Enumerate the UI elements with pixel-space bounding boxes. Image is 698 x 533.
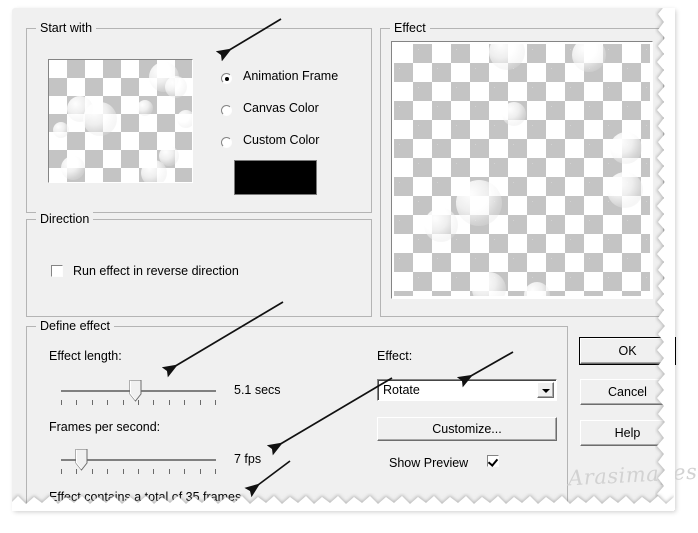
radio-custom-color-label: Custom Color (243, 133, 320, 147)
effect-length-label: Effect length: (49, 349, 122, 363)
slider-tick (107, 400, 108, 405)
effect-length-value: 5.1 secs (234, 383, 281, 397)
group-direction: Direction Run effect in reverse directio… (26, 212, 372, 317)
frames-per-second-label: Frames per second: (49, 420, 161, 434)
slider-tick (138, 400, 139, 405)
fps-slider-thumb[interactable] (75, 448, 88, 471)
customize-button-label: Customize... (432, 422, 502, 436)
group-direction-label: Direction (36, 212, 94, 227)
radio-animation-frame-label: Animation Frame (243, 69, 339, 83)
effect-combo[interactable]: Rotate (377, 379, 557, 401)
slider-tick (107, 469, 108, 474)
slider-tick (215, 469, 216, 474)
total-frames-text: Effect contains a total of 35 frames. (49, 490, 245, 504)
slider-tick (138, 469, 139, 474)
custom-color-swatch[interactable] (234, 160, 317, 195)
group-effect-preview: Effect (380, 21, 664, 317)
help-button[interactable]: Help (580, 420, 675, 446)
help-button-label: Help (614, 426, 641, 440)
slider-tick (184, 469, 185, 474)
effect-preview-frame (391, 41, 653, 299)
radio-canvas-color[interactable] (221, 105, 232, 116)
slider-tick (76, 469, 77, 474)
slider-tick (153, 469, 154, 474)
slider-tick (215, 400, 216, 405)
ok-button[interactable]: OK (579, 337, 676, 365)
radio-canvas-color-label: Canvas Color (243, 101, 319, 115)
slider-tick (200, 469, 201, 474)
group-start-with-label: Start with (36, 21, 97, 36)
show-preview-label: Show Preview (389, 456, 469, 470)
effect-length-slider-ticks (61, 400, 216, 405)
dialog-sheet: Start with Animation Frame Canvas Color … (12, 8, 698, 511)
ok-button-label: OK (618, 344, 637, 358)
fps-slider-ticks (61, 469, 216, 474)
checkbox-run-reverse[interactable] (51, 265, 63, 277)
customize-button[interactable]: Customize... (377, 417, 557, 441)
group-effect-preview-label: Effect (390, 21, 430, 36)
slider-tick (123, 400, 124, 405)
effect-combo-label: Effect: (377, 349, 413, 363)
slider-tick (123, 469, 124, 474)
start-with-thumbnail (48, 59, 193, 183)
effect-length-slider-thumb[interactable] (129, 379, 142, 402)
radio-custom-color[interactable] (221, 137, 232, 148)
watermark: Arasimages (567, 459, 698, 491)
radio-animation-frame[interactable] (221, 73, 232, 84)
slider-tick (153, 400, 154, 405)
slider-tick (76, 400, 77, 405)
slider-tick (184, 400, 185, 405)
group-start-with: Start with Animation Frame Canvas Color … (26, 21, 372, 213)
screenshot-root: Start with Animation Frame Canvas Color … (0, 0, 698, 533)
cancel-button[interactable]: Cancel (580, 379, 675, 405)
group-define-effect-label: Define effect (36, 319, 114, 334)
slider-tick (61, 400, 62, 405)
effect-combo-value: Rotate (383, 383, 420, 397)
group-define-effect: Define effect Effect length: 5.1 secs Fr… (26, 319, 568, 508)
slider-tick (200, 400, 201, 405)
slider-tick (92, 400, 93, 405)
checkbox-run-reverse-label: Run effect in reverse direction (73, 264, 239, 278)
slider-tick (61, 469, 62, 474)
slider-tick (169, 400, 170, 405)
cancel-button-label: Cancel (608, 385, 647, 399)
slider-tick (169, 469, 170, 474)
fps-value: 7 fps (234, 452, 262, 466)
checkbox-show-preview[interactable] (487, 455, 499, 467)
effect-preview-canvas (394, 44, 650, 296)
slider-tick (92, 469, 93, 474)
chevron-down-icon[interactable] (537, 382, 554, 398)
